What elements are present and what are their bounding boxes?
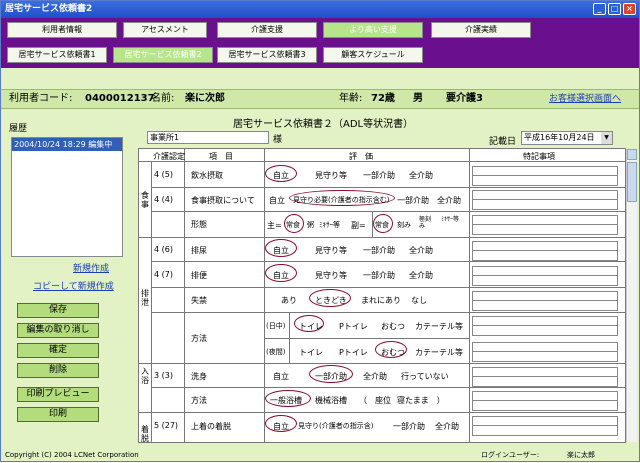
option[interactable]: おむつ xyxy=(381,347,405,358)
row-item: 食事摂取について xyxy=(191,196,255,205)
option[interactable]: ときどき xyxy=(315,295,347,306)
option[interactable]: あり xyxy=(281,295,297,306)
option[interactable]: 寝たまま ） xyxy=(397,395,445,406)
group-dress: 着脱 xyxy=(141,425,149,443)
note-field[interactable] xyxy=(472,250,618,261)
option[interactable]: まれにあり xyxy=(361,295,401,306)
option[interactable]: 見守り(介護者の指示含) xyxy=(298,421,373,431)
row-item: 洗身 xyxy=(191,372,207,381)
option[interactable]: 見守り等 xyxy=(315,245,347,256)
option[interactable]: 一部介助 xyxy=(363,245,395,256)
option[interactable]: トイレ xyxy=(299,321,323,332)
option[interactable]: 見守り等 xyxy=(315,170,347,181)
option[interactable]: ﾐｷｻｰ等 xyxy=(319,220,340,230)
row-item: 方法 xyxy=(191,334,207,343)
option[interactable]: 一部介助 xyxy=(397,195,429,206)
option[interactable]: 一部介助 xyxy=(363,270,395,281)
option[interactable]: ﾐｷｻｰ等 xyxy=(441,216,461,223)
row-item: 排尿 xyxy=(191,246,207,255)
option[interactable]: 一般浴槽 xyxy=(270,395,302,406)
option[interactable]: トイレ xyxy=(299,347,323,358)
option[interactable]: 見守り等 xyxy=(315,270,347,281)
note-field[interactable] xyxy=(472,175,618,186)
side-label: 副= xyxy=(351,221,366,230)
night-label: (夜間) xyxy=(266,348,286,356)
row-item: 方法 xyxy=(191,396,207,405)
option[interactable]: 全介助 xyxy=(437,195,461,206)
option[interactable]: 全介助 xyxy=(409,170,433,181)
header-item: 項 目 xyxy=(209,152,233,161)
option[interactable]: 一部介助 xyxy=(363,170,395,181)
app-window: 居宅サービス依頼書2 _ □ × 利用者情報 アセスメント 介護支援 より高い支… xyxy=(0,0,640,462)
row-item: 排便 xyxy=(191,271,207,280)
row-item: 飲水摂取 xyxy=(191,171,223,180)
note-field[interactable] xyxy=(472,351,618,362)
option[interactable]: 常食 xyxy=(286,220,300,230)
option[interactable]: Pトイレ xyxy=(339,347,368,358)
note-field[interactable] xyxy=(472,325,618,336)
row-level: 3 (3) xyxy=(154,371,173,380)
note-field[interactable] xyxy=(472,300,618,311)
row-item: 上着の着脱 xyxy=(191,422,231,431)
row-item: 失禁 xyxy=(191,296,207,305)
option[interactable]: カテーテル等 xyxy=(415,347,463,358)
row-level: 4 (4) xyxy=(154,195,173,204)
option[interactable]: 見守り必要(介護者の指示含む) xyxy=(293,195,389,205)
option[interactable]: 全介助 xyxy=(409,270,433,281)
header-level: 介護認定 xyxy=(153,152,185,161)
row-level: 4 (6) xyxy=(154,245,173,254)
row-level: 4 (7) xyxy=(154,270,173,279)
option[interactable]: 自立 xyxy=(273,421,289,432)
login-label: ログインユーザー: xyxy=(481,451,540,459)
copyright: Copyright (C) 2004 LCNet Corporation xyxy=(5,451,139,459)
scroll-up-icon[interactable] xyxy=(627,149,637,160)
option[interactable]: Pトイレ xyxy=(339,321,368,332)
day-label: (日中) xyxy=(266,322,286,330)
option[interactable]: 常食 xyxy=(375,220,389,230)
option[interactable]: 行っていない xyxy=(401,371,449,382)
note-field[interactable] xyxy=(472,275,618,286)
option[interactable]: 自立 xyxy=(273,270,289,281)
row-level: 4 (5) xyxy=(154,170,173,179)
row-item: 形態 xyxy=(191,220,207,229)
option[interactable]: （ 座位 xyxy=(359,395,391,406)
option[interactable]: 一部介助 xyxy=(393,421,425,432)
option[interactable]: おむつ xyxy=(381,321,405,332)
main-label: 主= xyxy=(267,221,282,230)
footer: Copyright (C) 2004 LCNet Corporation ログイ… xyxy=(1,448,639,462)
option[interactable]: 機械浴槽 xyxy=(315,395,347,406)
option[interactable]: 自立 xyxy=(273,170,289,181)
option[interactable]: 全介助 xyxy=(409,245,433,256)
scroll-thumb[interactable] xyxy=(627,162,637,202)
option[interactable]: 自立 xyxy=(269,195,285,206)
option[interactable]: 一部介助 xyxy=(315,371,347,382)
note-field[interactable] xyxy=(472,224,618,235)
note-field[interactable] xyxy=(472,376,618,387)
option[interactable]: 全介助 xyxy=(435,421,459,432)
option[interactable]: 粥 xyxy=(307,220,314,230)
row-level: 5 (27) xyxy=(154,421,179,430)
option[interactable]: 自立 xyxy=(273,371,289,382)
option[interactable]: 全介助 xyxy=(363,371,387,382)
login-user: 楽に太郎 xyxy=(567,451,595,459)
option[interactable]: 極刻み xyxy=(419,216,431,230)
header-notes: 特記事項 xyxy=(523,152,555,161)
note-field[interactable] xyxy=(472,425,618,436)
option[interactable]: 刻み xyxy=(397,220,411,230)
note-field[interactable] xyxy=(472,199,618,210)
note-field[interactable] xyxy=(472,400,618,411)
group-meal: 食事 xyxy=(141,191,149,209)
vertical-scrollbar[interactable] xyxy=(626,149,637,442)
group-bath: 入浴 xyxy=(141,367,149,385)
option[interactable]: 自立 xyxy=(273,245,289,256)
header-eval: 評 価 xyxy=(349,152,373,161)
option[interactable]: なし xyxy=(411,295,427,306)
group-excretion: 排泄 xyxy=(141,289,149,307)
option[interactable]: カテーテル等 xyxy=(415,321,463,332)
